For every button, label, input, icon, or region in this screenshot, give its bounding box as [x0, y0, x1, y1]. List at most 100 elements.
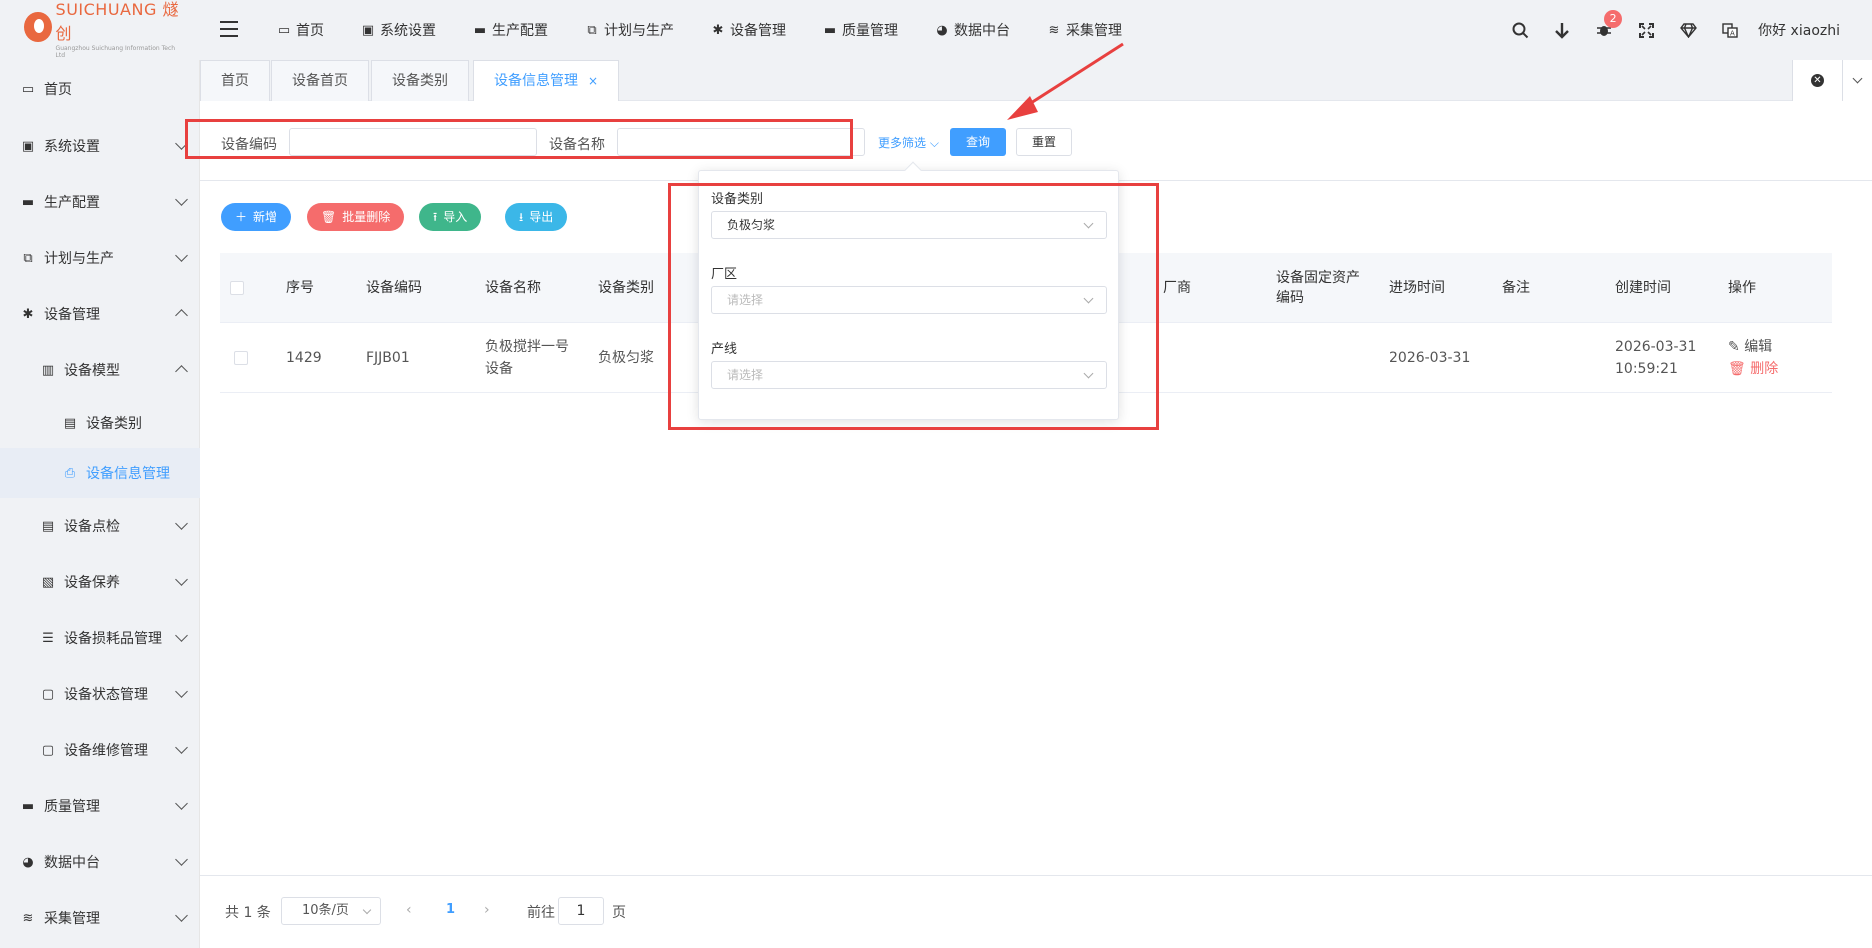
pencil-icon: ✎: [1728, 339, 1740, 355]
bug-icon[interactable]: 2: [1594, 10, 1623, 40]
column-header: 进场时间: [1389, 280, 1445, 296]
topnav-system-settings[interactable]: ▣ 系统设置: [360, 20, 436, 40]
add-button[interactable]: ＋新增: [221, 203, 292, 231]
total-count: 共 1 条: [225, 905, 271, 921]
sidebar-item[interactable]: ▤ 设备类别: [0, 398, 200, 448]
chevron-down-icon[interactable]: [175, 797, 188, 810]
user-greeting[interactable]: 你好 xiaozhi: [1758, 20, 1840, 40]
chevron-down-icon[interactable]: [175, 573, 188, 586]
tabs-controls: ✕: [1792, 60, 1872, 101]
company-logo[interactable]: SUICHUANG 燧创 Guangzhou Suichuang Informa…: [24, 0, 184, 59]
sidebar-item[interactable]: ✱ 设备管理: [0, 289, 200, 339]
import-button[interactable]: ⭱ 导入: [419, 203, 482, 231]
chevron-up-icon[interactable]: [175, 309, 188, 322]
chevron-down-icon[interactable]: [175, 741, 188, 754]
topnav-quality[interactable]: ▬ 质量管理: [822, 20, 898, 40]
sidebar-item[interactable]: ▬ 质量管理: [0, 781, 200, 831]
delete-link[interactable]: 🗑 删除: [1728, 358, 1778, 380]
sidebar-item-label: 设备模型: [64, 363, 120, 379]
query-button[interactable]: 查询: [950, 128, 1006, 156]
column-header: 厂商: [1163, 280, 1191, 296]
sidebar-item[interactable]: ▭ 首页: [0, 64, 200, 114]
more-filter-toggle[interactable]: 更多筛选 ⌵: [878, 134, 939, 151]
close-icon[interactable]: ×: [588, 74, 598, 88]
topnav-planning[interactable]: ⧉ 计划与生产: [584, 20, 674, 40]
topnav-production-config[interactable]: ▬ 生产配置: [472, 20, 548, 40]
chevron-down-icon[interactable]: [175, 909, 188, 922]
sidebar-item[interactable]: ☰ 设备损耗品管理: [0, 613, 200, 663]
sidebar-item[interactable]: ▬ 生产配置: [0, 177, 200, 227]
select-all-checkbox[interactable]: [230, 281, 244, 295]
sidebar-item[interactable]: ▢ 设备维修管理: [0, 725, 200, 775]
sidebar-item[interactable]: ▣ 系统设置: [0, 121, 200, 171]
annotation-highlight-filters: [668, 183, 1159, 430]
folder-icon: ▢: [41, 742, 55, 758]
tab-equipment-info[interactable]: 设备信息管理 ×: [473, 60, 620, 102]
language-icon[interactable]: A: [1720, 20, 1740, 40]
sidebar-item-label: 数据中台: [44, 855, 100, 871]
sidebar-item[interactable]: ⎙ 设备信息管理: [0, 448, 200, 498]
server-icon: ▤: [41, 518, 55, 534]
trash-icon: 🗑: [1728, 361, 1746, 377]
close-all-tabs-button[interactable]: ✕: [1793, 60, 1843, 101]
tab-equipment-category[interactable]: 设备类别: [371, 60, 469, 101]
page-size-select[interactable]: 10条/页: [281, 897, 381, 925]
sidebar-item-label: 计划与生产: [44, 251, 114, 267]
sidebar-item[interactable]: ▧ 设备保养: [0, 557, 200, 607]
sidebar-item[interactable]: ▢ 设备状态管理: [0, 669, 200, 719]
briefcase-icon: ▬: [823, 22, 837, 38]
goto-page-input[interactable]: 1: [558, 897, 604, 925]
sidebar-item[interactable]: ▤ 设备点检: [0, 501, 200, 551]
topnav-data-center[interactable]: ◕ 数据中台: [934, 20, 1010, 40]
download-arrow-icon[interactable]: [1552, 20, 1572, 40]
column-header: 备注: [1502, 280, 1530, 296]
next-page-icon[interactable]: ›: [484, 902, 494, 918]
sidebar-item[interactable]: ⧉ 计划与生产: [0, 233, 200, 283]
chevron-down-icon[interactable]: [175, 685, 188, 698]
sidebar-item[interactable]: ◕ 数据中台: [0, 837, 200, 887]
sidebar-item-label: 系统设置: [44, 139, 100, 155]
sidebar-item-label: 设备损耗品管理: [64, 631, 162, 647]
export-button[interactable]: ⭳ 导出: [505, 203, 568, 231]
search-icon[interactable]: [1510, 20, 1530, 40]
chevron-down-icon[interactable]: [175, 853, 188, 866]
column-header: 操作: [1728, 280, 1756, 296]
cell-entry-time: 2026-03-31: [1389, 350, 1471, 366]
monitor-icon: ▭: [277, 22, 291, 38]
chevron-down-icon[interactable]: [175, 193, 188, 206]
window-icon: ⧉: [23, 250, 33, 266]
upload-icon: ⭱: [433, 210, 438, 224]
batch-delete-button[interactable]: 🗑 批量删除: [307, 203, 405, 231]
page-number[interactable]: 1: [446, 902, 455, 917]
fullscreen-icon[interactable]: [1636, 20, 1656, 40]
sidebar-item[interactable]: ≋ 采集管理: [0, 893, 200, 943]
user-card-icon: ▣: [361, 22, 375, 38]
topnav-equipment[interactable]: ✱ 设备管理: [710, 20, 786, 40]
topnav-collection[interactable]: ≋ 采集管理: [1046, 20, 1122, 40]
tab-equipment-home[interactable]: 设备首页: [271, 60, 369, 101]
monitor-icon: ▭: [21, 81, 35, 97]
sidebar: ▭ 首页 ▣ 系统设置 ▬ 生产配置 ⧉ 计划与生产 ✱ 设备管理 ▥ 设备模型 ▤ 设备类别 ⎙ 设备信息管…: [0, 60, 200, 948]
chevron-down-icon[interactable]: [175, 517, 188, 530]
edit-link[interactable]: ✎ 编辑: [1728, 336, 1772, 358]
logo-mark-icon: [24, 12, 52, 42]
column-header: 设备类别: [598, 280, 654, 296]
row-checkbox[interactable]: [234, 351, 248, 365]
topnav-home[interactable]: ▭ 首页: [276, 20, 324, 40]
sidebar-item[interactable]: ▥ 设备模型: [0, 345, 200, 395]
column-header: 创建时间: [1615, 280, 1671, 296]
chevron-down-icon[interactable]: [175, 629, 188, 642]
tab-home[interactable]: 首页: [200, 60, 270, 101]
diamond-icon[interactable]: [1678, 20, 1698, 40]
chevron-down-icon[interactable]: [175, 249, 188, 262]
column-header: 设备名称: [485, 280, 541, 296]
tabs-dropdown-button[interactable]: [1843, 60, 1872, 101]
sidebar-item-label: 设备维修管理: [64, 743, 148, 759]
asterisk-icon: ✱: [22, 306, 34, 322]
prev-page-icon[interactable]: ‹: [406, 902, 416, 918]
hamburger-menu-icon[interactable]: [220, 21, 238, 37]
reset-button[interactable]: 重置: [1016, 128, 1072, 156]
annotation-arrow-icon: [1007, 42, 1124, 120]
sidebar-item-label: 首页: [44, 82, 72, 98]
chevron-up-icon[interactable]: [175, 365, 188, 378]
